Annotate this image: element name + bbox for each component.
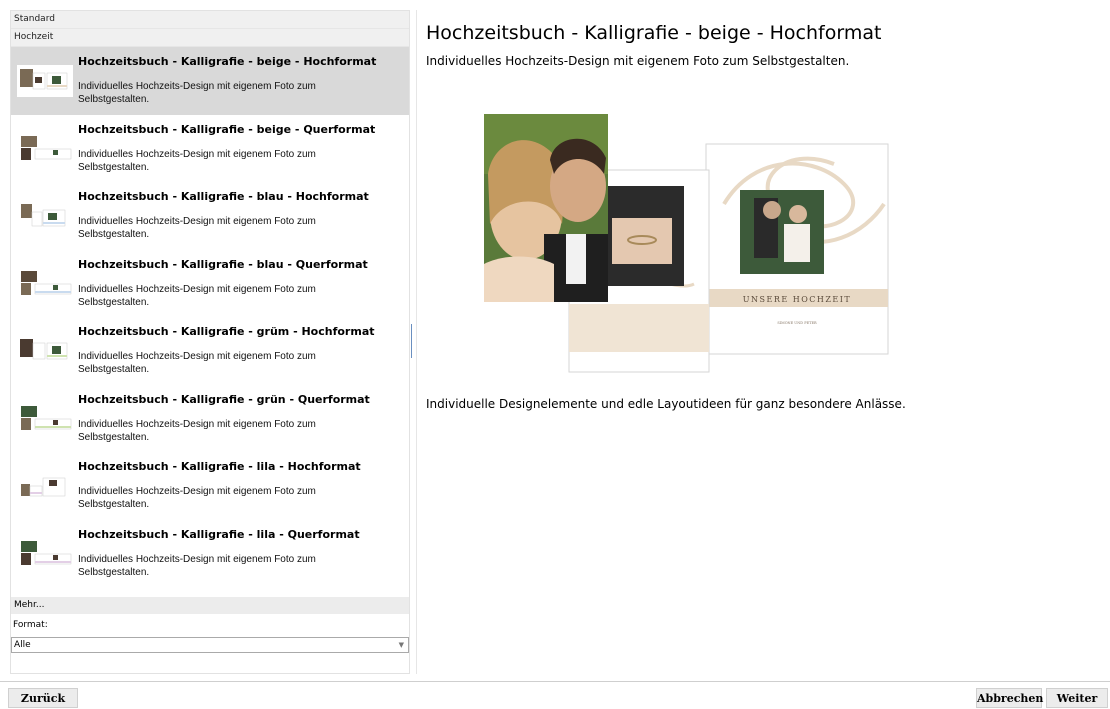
template-list-panel: Standard Hochzeit Hochzeitsbuch - Kallig…: [10, 10, 410, 674]
template-thumbnail: [21, 204, 66, 227]
template-item[interactable]: Hochzeitsbuch - Kalligrafie - blau - Hoc…: [11, 182, 409, 250]
template-description: Individuelles Hochzeits-Design mit eigen…: [78, 283, 316, 308]
chevron-down-icon: ▼: [398, 641, 404, 649]
template-thumbnail: [17, 65, 73, 97]
template-title: Hochzeitsbuch - Kalligrafie - blau - Que…: [78, 257, 368, 271]
template-thumbnail: [21, 477, 66, 497]
template-description: Individuelles Hochzeits-Design mit eigen…: [78, 216, 316, 240]
template-item[interactable]: Hochzeitsbuch - Kalligrafie - grün - Que…: [11, 385, 409, 453]
template-long-description: Individuelle Designelemente und edle Lay…: [426, 397, 906, 411]
preview-names: SIMONE UND PETER: [777, 321, 817, 325]
template-item[interactable]: Hochzeitsbuch - Kalligrafie - beige - Ho…: [11, 47, 409, 115]
template-title: Hochzeitsbuch - Kalligrafie - beige - Qu…: [78, 122, 376, 136]
template-title: Hochzeitsbuch - Kalligrafie - grün - Que…: [78, 392, 370, 406]
template-thumbnail: [21, 540, 72, 565]
template-thumbnail: [20, 339, 68, 360]
template-description: Individuelles Hochzeits-Design mit eigen…: [78, 148, 316, 173]
template-description: Individuelles Hochzeits-Design mit eigen…: [78, 418, 316, 443]
preview-caption: UNSERE HOCHZEIT: [743, 295, 852, 304]
template-item[interactable]: Hochzeitsbuch - Kalligrafie - beige - Qu…: [11, 115, 409, 183]
template-item[interactable]: Hochzeitsbuch - Kalligrafie - grüm - Hoc…: [11, 317, 409, 385]
template-description: Individuelles Hochzeits-Design mit eigen…: [78, 553, 316, 578]
footer-divider: [0, 681, 1110, 682]
template-thumbnail: [21, 270, 72, 295]
format-select[interactable]: Alle ▼: [11, 637, 409, 653]
more-section-header[interactable]: Mehr...: [11, 597, 409, 614]
template-title: Hochzeitsbuch - Kalligrafie - lila - Que…: [78, 527, 360, 541]
template-title: Hochzeitsbuch - Kalligrafie - blau - Hoc…: [78, 190, 369, 203]
template-thumbnail: [21, 135, 72, 160]
template-title: Hochzeitsbuch - Kalligrafie - lila - Hoc…: [78, 460, 361, 473]
page-title: Hochzeitsbuch - Kalligrafie - beige - Ho…: [426, 22, 882, 44]
format-label: Format:: [13, 620, 48, 630]
group-header-hochzeit[interactable]: Hochzeit: [11, 29, 409, 47]
panel-splitter-handle[interactable]: [411, 324, 415, 358]
template-item[interactable]: Hochzeitsbuch - Kalligrafie - lila - Que…: [11, 520, 409, 588]
next-button[interactable]: Weiter: [1046, 688, 1108, 708]
template-preview-image: UNSERE HOCHZEIT SIMONE UND PETER: [484, 114, 889, 373]
template-description: Individuelles Hochzeits-Design mit eigen…: [78, 351, 316, 375]
template-item[interactable]: Hochzeitsbuch - Kalligrafie - lila - Hoc…: [11, 452, 409, 520]
template-list: Hochzeitsbuch - Kalligrafie - beige - Ho…: [11, 47, 409, 587]
template-title: Hochzeitsbuch - Kalligrafie - beige - Ho…: [78, 55, 377, 68]
template-title: Hochzeitsbuch - Kalligrafie - grüm - Hoc…: [78, 325, 375, 338]
template-item[interactable]: Hochzeitsbuch - Kalligrafie - blau - Que…: [11, 250, 409, 318]
cancel-button[interactable]: Abbrechen: [976, 688, 1043, 708]
template-thumbnail: [21, 405, 72, 430]
template-description: Individuelles Hochzeits-Design mit eigen…: [78, 81, 316, 105]
template-description: Individuelles Hochzeits-Design mit eigen…: [78, 486, 316, 510]
format-select-value: Alle: [14, 640, 31, 650]
panel-divider: [416, 10, 417, 674]
back-button[interactable]: Zurück: [8, 688, 78, 708]
group-header-standard[interactable]: Standard: [11, 11, 409, 29]
page-subtitle: Individuelles Hochzeits-Design mit eigen…: [426, 54, 850, 68]
